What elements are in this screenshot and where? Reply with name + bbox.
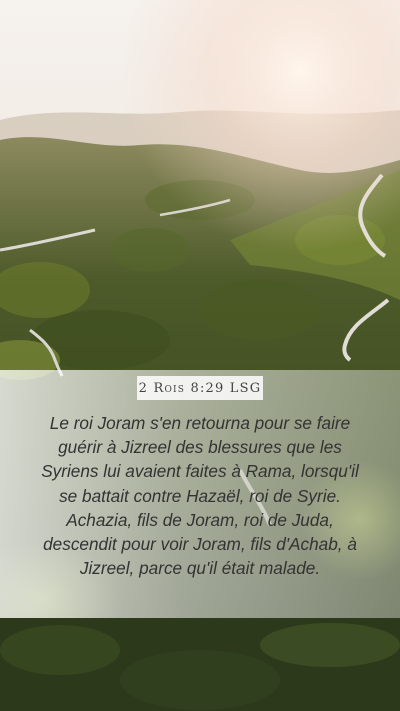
- verse-reference: 2 Rois 8:29 LSG: [138, 380, 262, 396]
- verse-text: Le roi Joram s'en retourna pour se faire…: [41, 413, 359, 579]
- reference-badge: 2 Rois 8:29 LSG: [137, 376, 263, 400]
